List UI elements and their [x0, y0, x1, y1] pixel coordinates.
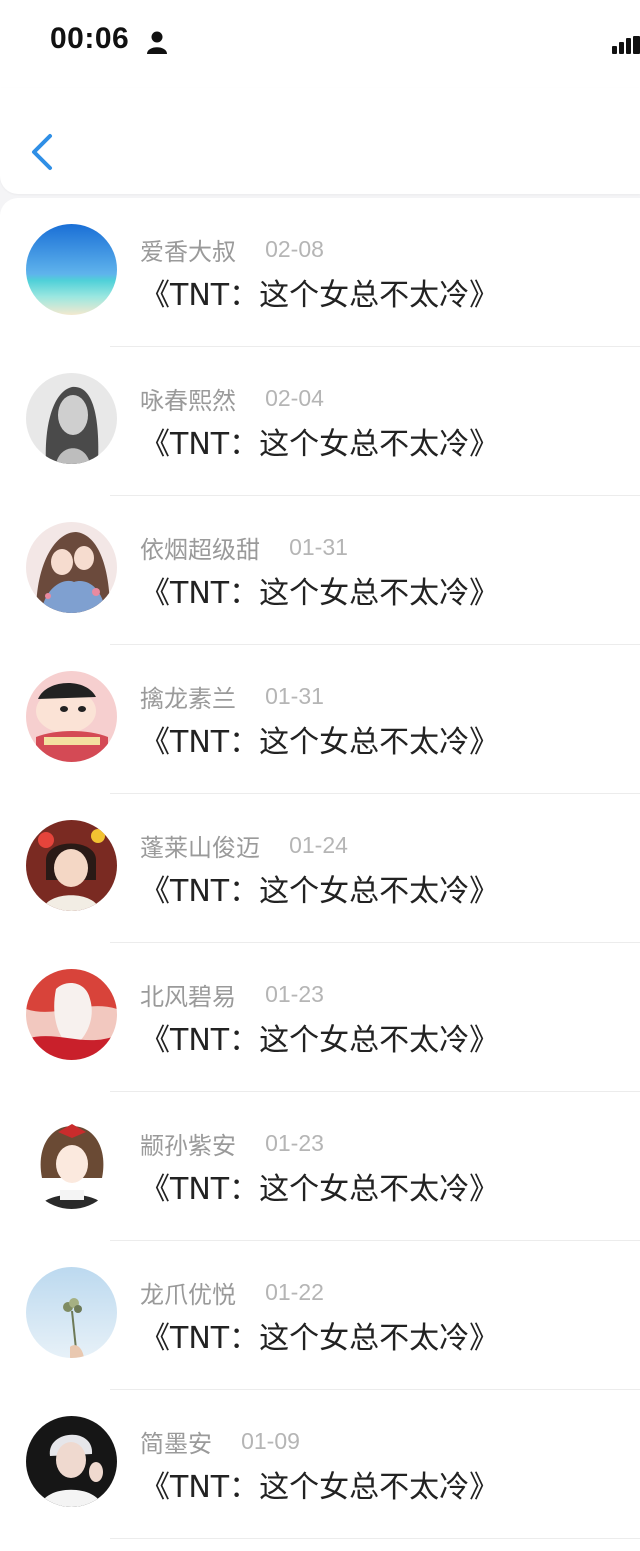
list-item[interactable]: 咏春熙然 02-04 《TNT：这个女总不太冷》 — [0, 347, 640, 496]
post-date: 01-23 — [265, 1130, 324, 1156]
item-meta: 爱香大叔 02-08 — [140, 232, 324, 266]
book-title: 《TNT：这个女总不太冷》 — [140, 576, 500, 611]
author-name: 蓬莱山俊迈 — [140, 834, 260, 862]
author-name: 依烟超级甜 — [140, 536, 260, 564]
avatar[interactable] — [26, 224, 117, 315]
author-name: 爱香大叔 — [140, 238, 236, 266]
list-item[interactable]: 北风碧易 01-23 《TNT：这个女总不太冷》 — [0, 943, 640, 1092]
post-date: 01-09 — [241, 1428, 300, 1454]
author-name: 颛孙紫安 — [140, 1132, 236, 1160]
status-time: 00:06 — [50, 22, 130, 55]
avatar[interactable] — [26, 1118, 117, 1209]
book-title: 《TNT：这个女总不太冷》 — [140, 1023, 500, 1058]
post-date: 02-04 — [265, 385, 324, 411]
book-title: 《TNT：这个女总不太冷》 — [140, 427, 500, 462]
list-item[interactable]: 依烟超级甜 01-31 《TNT：这个女总不太冷》 — [0, 496, 640, 645]
list-item[interactable]: 龙爪优悦 01-22 《TNT：这个女总不太冷》 — [0, 1241, 640, 1390]
message-list: 爱香大叔 02-08 《TNT：这个女总不太冷》 咏春熙然 02-04 《TNT… — [0, 198, 640, 1551]
book-title: 《TNT：这个女总不太冷》 — [140, 725, 500, 760]
item-meta: 颛孙紫安 01-23 — [140, 1126, 324, 1160]
avatar[interactable] — [26, 373, 117, 464]
list-item[interactable]: 简墨安 01-09 《TNT：这个女总不太冷》 — [0, 1390, 640, 1539]
author-name: 擒龙素兰 — [140, 685, 236, 713]
avatar[interactable] — [26, 1267, 117, 1358]
signal-icon — [612, 36, 640, 54]
back-chevron-icon[interactable] — [22, 128, 62, 176]
post-date: 01-24 — [289, 832, 348, 858]
avatar[interactable] — [26, 1416, 117, 1507]
author-name: 北风碧易 — [140, 983, 236, 1011]
avatar[interactable] — [26, 671, 117, 762]
avatar[interactable] — [26, 820, 117, 911]
list-item[interactable]: 颛孙紫安 01-23 《TNT：这个女总不太冷》 — [0, 1092, 640, 1241]
item-meta: 依烟超级甜 01-31 — [140, 530, 348, 564]
author-name: 简墨安 — [140, 1430, 212, 1458]
item-meta: 蓬莱山俊迈 01-24 — [140, 828, 348, 862]
avatar[interactable] — [26, 522, 117, 613]
book-title: 《TNT：这个女总不太冷》 — [140, 1321, 500, 1356]
status-bar: 00:06 — [0, 0, 640, 88]
author-name: 咏春熙然 — [140, 387, 236, 415]
post-date: 01-23 — [265, 981, 324, 1007]
book-title: 《TNT：这个女总不太冷》 — [140, 1172, 500, 1207]
book-title: 《TNT：这个女总不太冷》 — [140, 1470, 500, 1505]
list-item[interactable]: 蓬莱山俊迈 01-24 《TNT：这个女总不太冷》 — [0, 794, 640, 943]
post-date: 01-31 — [265, 683, 324, 709]
book-title: 《TNT：这个女总不太冷》 — [140, 278, 500, 313]
item-meta: 擒龙素兰 01-31 — [140, 679, 324, 713]
person-icon — [147, 31, 167, 54]
list-item[interactable]: 爱香大叔 02-08 《TNT：这个女总不太冷》 — [0, 198, 640, 347]
book-title: 《TNT：这个女总不太冷》 — [140, 874, 500, 909]
item-meta: 北风碧易 01-23 — [140, 977, 324, 1011]
item-meta: 简墨安 01-09 — [140, 1424, 300, 1458]
avatar[interactable] — [26, 969, 117, 1060]
nav-header — [0, 88, 640, 194]
item-meta: 咏春熙然 02-04 — [140, 381, 324, 415]
author-name: 龙爪优悦 — [140, 1281, 236, 1309]
post-date: 01-31 — [289, 534, 348, 560]
post-date: 02-08 — [265, 236, 324, 262]
list-item[interactable]: 擒龙素兰 01-31 《TNT：这个女总不太冷》 — [0, 645, 640, 794]
divider — [110, 1538, 640, 1539]
item-meta: 龙爪优悦 01-22 — [140, 1275, 324, 1309]
post-date: 01-22 — [265, 1279, 324, 1305]
